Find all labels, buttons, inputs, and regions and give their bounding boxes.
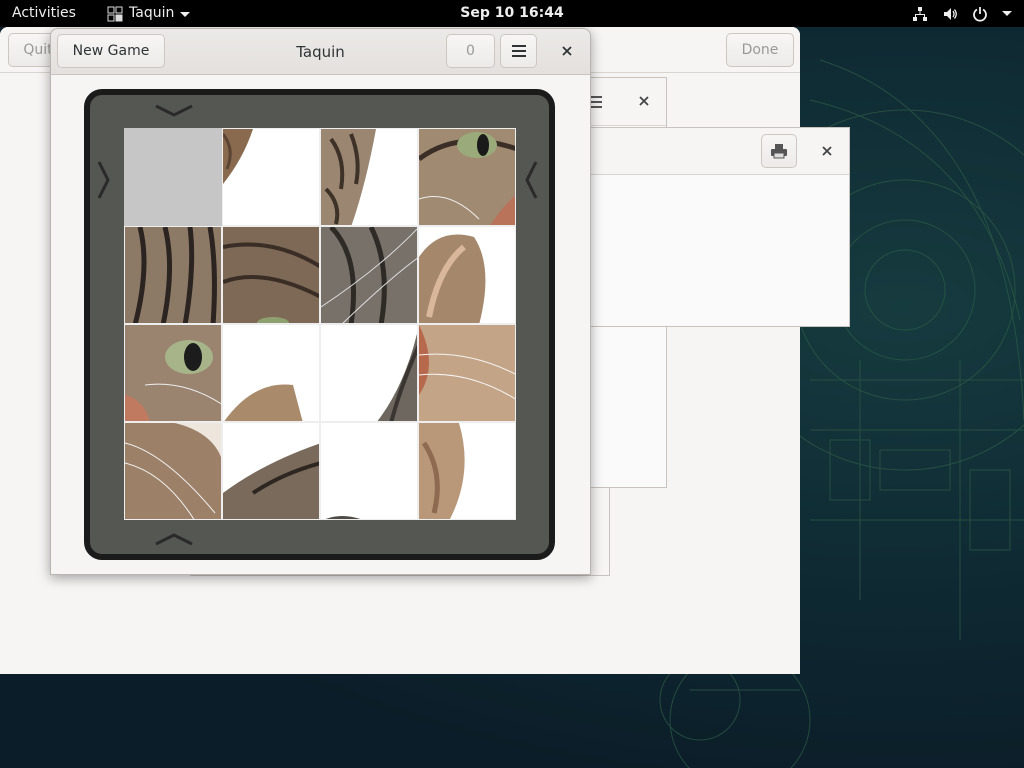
close-icon[interactable] — [638, 95, 650, 107]
puzzle-tile[interactable] — [418, 422, 516, 520]
puzzle-tile[interactable] — [418, 324, 516, 422]
close-icon[interactable] — [821, 145, 833, 157]
clock[interactable]: Sep 10 16:44 — [460, 5, 563, 21]
puzzle-tile[interactable] — [320, 128, 418, 226]
taquin-app-icon — [107, 6, 123, 21]
puzzle-tile[interactable] — [320, 324, 418, 422]
taquin-window: New Game Taquin 0 — [50, 28, 591, 575]
menu-button[interactable] — [500, 34, 537, 68]
chevron-down-icon — [180, 12, 191, 17]
arrow-up-icon[interactable] — [154, 531, 194, 547]
tile-grid — [124, 128, 516, 520]
puzzle-tile[interactable] — [418, 226, 516, 324]
puzzle-tile[interactable] — [124, 324, 222, 422]
done-button[interactable]: Done — [726, 33, 794, 67]
print-dialog — [590, 127, 850, 327]
app-menu[interactable]: Taquin — [107, 0, 191, 27]
network-icon — [913, 6, 927, 21]
puzzle-board — [84, 89, 555, 560]
dialog-header-bar — [591, 128, 849, 175]
printer-icon — [771, 144, 787, 159]
arrow-down-icon[interactable] — [154, 103, 194, 119]
puzzle-tile[interactable] — [418, 128, 516, 226]
print-button[interactable] — [761, 134, 797, 168]
close-icon — [562, 46, 572, 56]
app-menu-label: Taquin — [129, 5, 175, 21]
empty-tile — [124, 128, 222, 226]
puzzle-tile[interactable] — [124, 226, 222, 324]
system-tray[interactable] — [912, 0, 1012, 27]
puzzle-tile[interactable] — [222, 226, 320, 324]
arrow-right-icon[interactable] — [96, 160, 112, 200]
close-button[interactable] — [553, 37, 581, 65]
puzzle-tile[interactable] — [320, 226, 418, 324]
power-icon — [973, 6, 987, 22]
top-bar: Activities Taquin Sep 10 16:44 — [0, 0, 1024, 27]
hamburger-menu-icon — [512, 45, 526, 57]
puzzle-tile[interactable] — [222, 128, 320, 226]
arrow-left-icon[interactable] — [523, 160, 539, 200]
chevron-down-icon — [1002, 11, 1012, 16]
moves-counter: 0 — [446, 34, 495, 68]
puzzle-tile[interactable] — [124, 422, 222, 520]
puzzle-tile[interactable] — [222, 324, 320, 422]
volume-icon — [944, 7, 957, 20]
puzzle-tile[interactable] — [320, 422, 418, 520]
taquin-header-bar: New Game Taquin 0 — [51, 29, 590, 75]
new-game-button[interactable]: New Game — [57, 34, 165, 68]
activities-button[interactable]: Activities — [12, 0, 76, 27]
puzzle-tile[interactable] — [222, 422, 320, 520]
